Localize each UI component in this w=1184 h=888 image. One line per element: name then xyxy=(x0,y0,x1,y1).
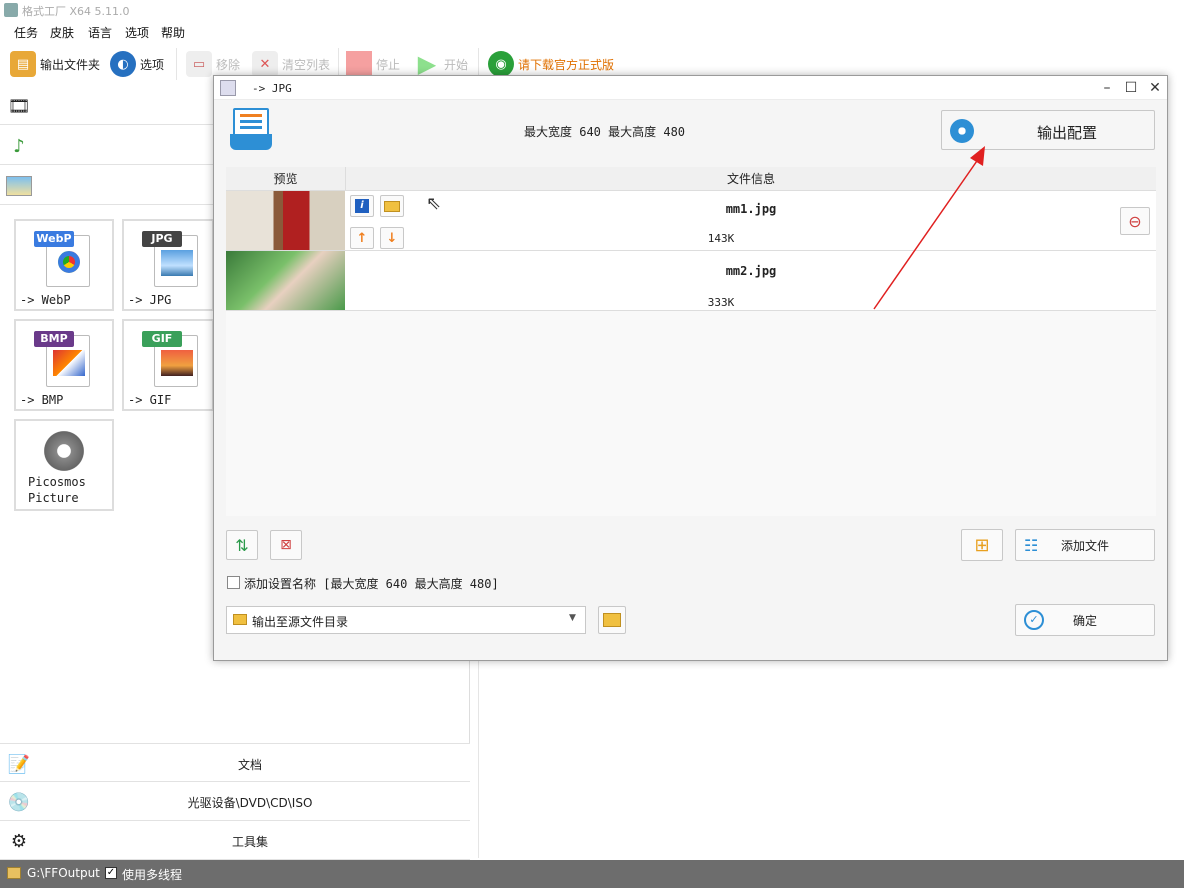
delete-file-icon: ⊠ xyxy=(280,537,292,553)
file-name: mm2.jpg xyxy=(725,264,777,278)
chevron-down-icon: ▼ xyxy=(569,613,576,623)
remove-file-button[interactable]: ⊖ xyxy=(1120,207,1150,235)
file-name: mm1.jpg xyxy=(725,202,777,216)
globe-icon: ◉ xyxy=(488,51,514,77)
bmp-badge: BMP xyxy=(34,331,74,347)
format-gif-button[interactable]: GIF -> GIF xyxy=(122,319,214,411)
output-folder-button[interactable]: ▤ 输出文件夹 xyxy=(10,50,100,78)
add-folder-button[interactable]: ⊞ xyxy=(961,529,1003,561)
category-disc[interactable]: 💿 光驱设备\DVD\CD\ISO xyxy=(0,782,470,821)
picture-icon xyxy=(5,172,33,200)
output-path[interactable]: G:\FFOutput xyxy=(27,866,100,880)
category-document[interactable]: 📝 文档 xyxy=(0,743,470,782)
table-row[interactable]: i ↑ ↓ mm1.jpg 143K ⊖ xyxy=(226,191,1156,251)
dialog-app-icon xyxy=(220,80,236,96)
add-setting-name-checkbox[interactable] xyxy=(227,576,240,589)
thumbnail-mm1 xyxy=(226,191,345,250)
menu-task[interactable]: 任务 xyxy=(14,24,38,41)
folder-icon xyxy=(7,867,21,879)
multithread-checkbox[interactable]: ✓ xyxy=(105,867,117,879)
stop-button[interactable]: 停止 xyxy=(346,50,400,78)
thumbnail-mm2 xyxy=(226,251,345,310)
multithread-label: 使用多线程 xyxy=(122,868,183,882)
sunset-icon xyxy=(161,350,193,376)
jpg-settings-dialog: -> JPG – ☐ ✕ 最大宽度 640 最大高度 480 输出配置 预览 文… xyxy=(213,75,1168,661)
webp-badge: WebP xyxy=(34,231,74,247)
file-table-header: 预览 文件信息 xyxy=(226,167,1156,191)
max-size-info: 最大宽度 640 最大高度 480 xyxy=(524,125,686,139)
dialog-titlebar: -> JPG – ☐ ✕ xyxy=(214,76,1167,100)
mouse-cursor-icon: ⇖ xyxy=(426,193,442,214)
check-circle-icon: ✓ xyxy=(1024,610,1044,630)
menu-options[interactable]: 选项 xyxy=(125,24,149,41)
format-webp-button[interactable]: WebP -> WebP xyxy=(14,219,114,311)
add-setting-name-label: 添加设置名称 [最大宽度 640 最大高度 480] xyxy=(244,577,499,591)
paint-icon xyxy=(53,350,85,376)
film-icon: 🎞 xyxy=(7,95,31,117)
close-button[interactable]: ✕ xyxy=(1143,78,1167,98)
file-size: 143K xyxy=(707,232,735,245)
add-folder-icon: ⊞ xyxy=(974,534,990,556)
format-jpg-button[interactable]: JPG -> JPG xyxy=(122,219,214,311)
output-config-button[interactable]: 输出配置 xyxy=(941,110,1155,150)
app-icon xyxy=(4,3,18,17)
minus-circle-icon: ⊖ xyxy=(1128,211,1142,231)
browse-folder-button[interactable] xyxy=(598,606,626,634)
clear-list-button[interactable]: ✕ 清空列表 xyxy=(252,50,330,78)
format-bmp-button[interactable]: BMP -> BMP xyxy=(14,319,114,411)
dialog-title: -> JPG xyxy=(252,82,292,95)
window-titlebar: 格式工厂 X64 5.11.0 xyxy=(0,0,1184,20)
output-dir-select[interactable]: 输出至源文件目录 ▼ xyxy=(226,606,586,634)
status-bar: G:\FFOutput ✓ 使用多线程 xyxy=(0,860,1184,888)
maximize-button[interactable]: ☐ xyxy=(1119,78,1143,98)
music-note-icon: ♪ xyxy=(13,135,25,157)
folder-icon: ▤ xyxy=(10,51,36,77)
options-icon: ◐ xyxy=(110,51,136,77)
landscape-icon xyxy=(161,250,193,276)
gif-badge: GIF xyxy=(142,331,182,347)
table-row[interactable]: mm2.jpg 333K xyxy=(226,251,1156,311)
minimize-button[interactable]: – xyxy=(1095,78,1119,98)
menu-help[interactable]: 帮助 xyxy=(161,24,185,41)
picosmos-picture-button[interactable]: Picosmos Picture xyxy=(14,419,114,511)
folder-icon xyxy=(603,613,621,627)
folder-icon xyxy=(233,614,247,625)
add-file-button[interactable]: ☷ 添加文件 xyxy=(1015,529,1155,561)
file-size: 333K xyxy=(707,296,735,309)
stop-icon xyxy=(346,51,372,77)
window-title: 格式工厂 X64 5.11.0 xyxy=(22,5,130,18)
menu-language[interactable]: 语言 xyxy=(88,24,112,41)
clear-files-button[interactable]: ⊠ xyxy=(270,530,302,560)
col-preview: 预览 xyxy=(226,167,346,191)
toolbar-divider xyxy=(176,48,177,80)
gear-icon xyxy=(40,429,88,473)
ok-button[interactable]: ✓ 确定 xyxy=(1015,604,1155,636)
list-icon xyxy=(230,108,272,152)
remove-button[interactable]: ▭ 移除 xyxy=(186,50,240,78)
sort-arrows-icon: ⇅ xyxy=(235,535,249,555)
remove-icon: ▭ xyxy=(186,51,212,77)
menu-bar: 任务 皮肤 语言 选项 帮助 xyxy=(0,22,480,42)
sort-button[interactable]: ⇅ xyxy=(226,530,258,560)
start-button[interactable]: ▶ 开始 xyxy=(414,50,468,78)
add-file-icon: ☷ xyxy=(1024,536,1039,555)
chrome-icon xyxy=(55,248,83,276)
category-tools[interactable]: ⚙ 工具集 xyxy=(0,821,470,860)
col-file-info: 文件信息 xyxy=(726,172,775,186)
clear-list-icon: ✕ xyxy=(252,51,278,77)
file-table: i ↑ ↓ mm1.jpg 143K ⊖ mm2.jpg 333K ⇖ xyxy=(226,191,1156,516)
menu-skin[interactable]: 皮肤 xyxy=(50,24,74,41)
play-icon: ▶ xyxy=(417,50,437,78)
options-button[interactable]: ◐ 选项 xyxy=(110,50,164,78)
download-official-link[interactable]: ◉ 请下载官方正式版 xyxy=(488,50,614,78)
jpg-badge: JPG xyxy=(142,231,182,247)
